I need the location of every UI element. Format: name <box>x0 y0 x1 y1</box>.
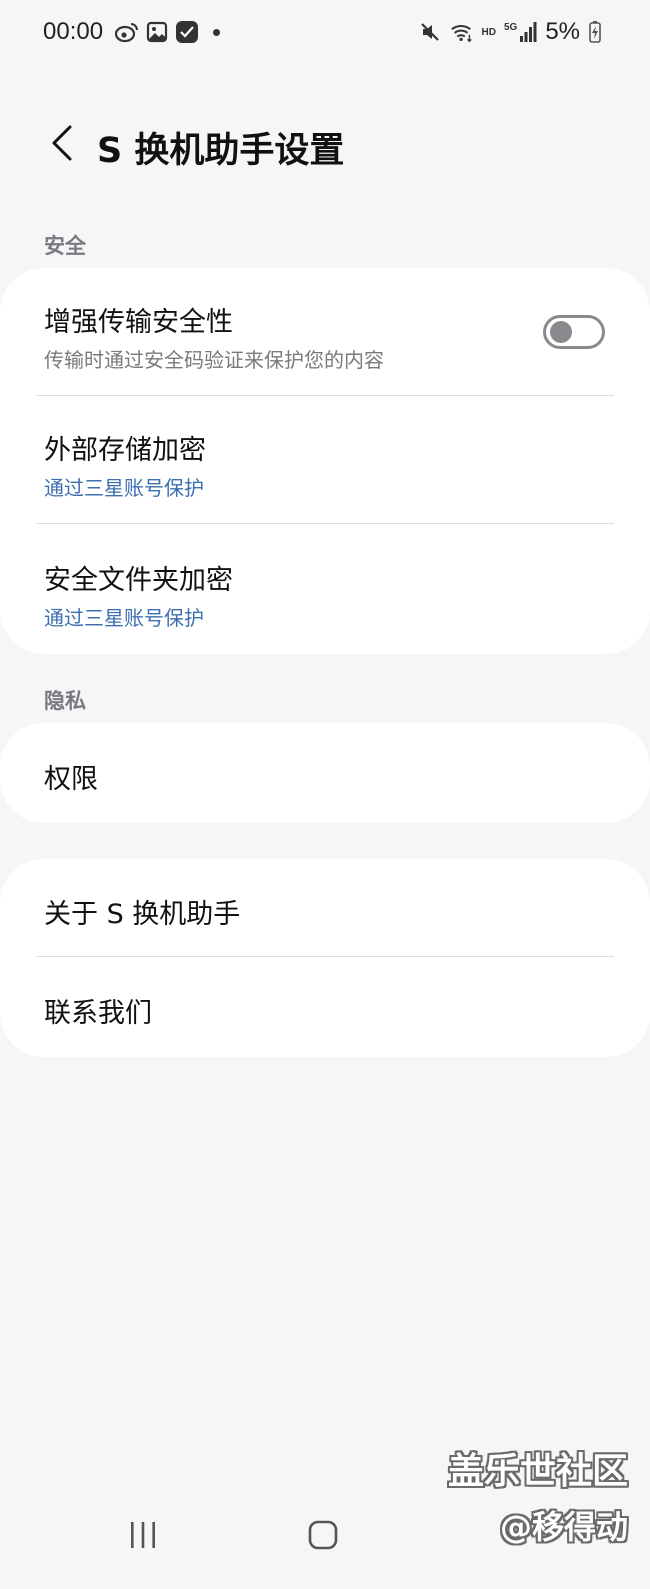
enhance-transfer-security-toggle[interactable] <box>543 315 605 349</box>
app-badge-icon <box>175 20 199 44</box>
notification-dot-icon <box>213 28 220 36</box>
battery-charging-icon <box>588 20 602 44</box>
battery-percent: 5% <box>545 18 580 45</box>
enhance-transfer-security-row[interactable]: 增强传输安全性 传输时通过安全码验证来保护您的内容 <box>0 268 650 396</box>
watermark-author: @移得动 <box>499 1508 628 1546</box>
section-label-privacy: 隐私 <box>44 689 86 713</box>
network-5g-label: 5G <box>503 22 518 33</box>
secure-folder-encryption-title: 安全文件夹加密 <box>44 565 233 596</box>
recent-apps-button[interactable] <box>113 1510 173 1560</box>
network-hd-label: HD <box>481 26 496 38</box>
external-storage-encryption-subtitle: 通过三星账号保护 <box>44 476 204 500</box>
permissions-row[interactable]: 权限 <box>0 723 650 823</box>
wifi-icon <box>450 20 474 44</box>
watermark-community: 盖乐世社区 <box>447 1451 628 1492</box>
permissions-title: 权限 <box>44 764 98 795</box>
external-storage-encryption-row[interactable]: 外部存储加密 通过三星账号保护 <box>0 396 650 524</box>
page-title: S 换机助手设置 <box>97 131 345 171</box>
chevron-left-icon <box>52 125 72 161</box>
privacy-card: 权限 <box>0 723 650 823</box>
security-card: 增强传输安全性 传输时通过安全码验证来保护您的内容 外部存储加密 通过三星账号保… <box>0 268 650 654</box>
home-button[interactable] <box>293 1510 353 1560</box>
status-time: 00:00 <box>43 18 104 45</box>
status-left-icons <box>115 20 220 44</box>
home-icon <box>308 1520 338 1550</box>
signal-icon: 5G <box>504 22 537 42</box>
enhance-transfer-security-title: 增强传输安全性 <box>44 307 233 338</box>
secure-folder-encryption-subtitle: 通过三星账号保护 <box>44 606 204 630</box>
about-card: 关于 S 换机助手 联系我们 <box>0 859 650 1057</box>
status-right: HD 5G 5% <box>418 18 602 46</box>
header: S 换机助手设置 <box>0 108 650 184</box>
toggle-knob <box>550 321 572 343</box>
external-storage-encryption-title: 外部存储加密 <box>44 435 206 466</box>
recent-apps-icon <box>131 1522 155 1548</box>
contact-us-row[interactable]: 联系我们 <box>0 957 650 1057</box>
status-bar: 00:00 HD 5G 5% <box>0 0 650 70</box>
mute-icon <box>418 20 442 44</box>
secure-folder-encryption-row[interactable]: 安全文件夹加密 通过三星账号保护 <box>0 524 650 654</box>
back-button[interactable] <box>36 118 86 168</box>
about-row[interactable]: 关于 S 换机助手 <box>0 859 650 957</box>
about-title: 关于 S 换机助手 <box>44 899 241 930</box>
gallery-icon <box>145 20 169 44</box>
contact-us-title: 联系我们 <box>44 998 152 1029</box>
weibo-icon <box>115 20 139 44</box>
enhance-transfer-security-subtitle: 传输时通过安全码验证来保护您的内容 <box>44 348 384 372</box>
section-label-security: 安全 <box>44 234 86 258</box>
